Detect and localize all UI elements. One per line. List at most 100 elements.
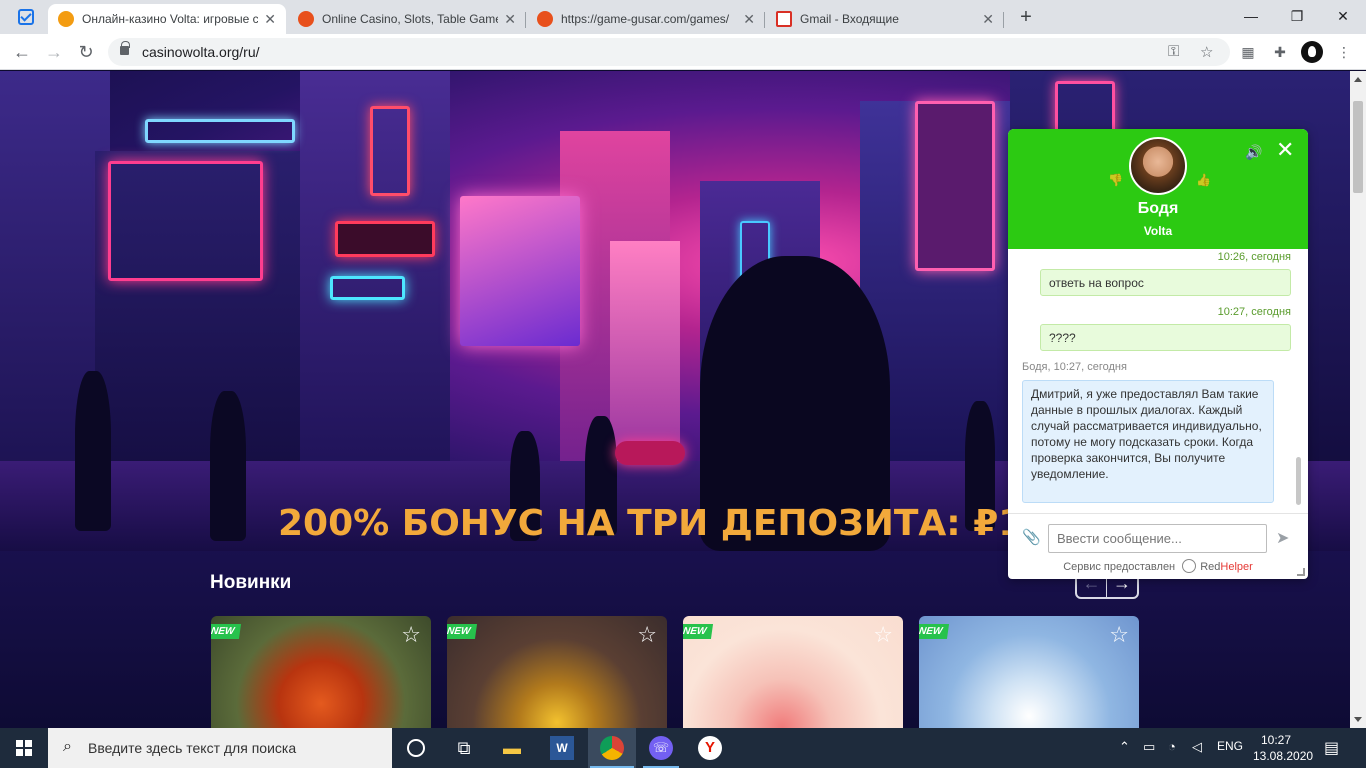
tab-volta-casino[interactable]: Онлайн-казино Volta: игровые с ✕ bbox=[48, 4, 286, 34]
chat-input-area: 📎 ➤ bbox=[1008, 513, 1308, 559]
word-button[interactable]: W bbox=[538, 728, 586, 768]
windows-taskbar: ⌕ Введите здесь текст для поиска ⧉ ▬ W ☏… bbox=[0, 728, 1366, 768]
chrome-icon bbox=[600, 736, 624, 760]
agent-avatar bbox=[1129, 137, 1187, 195]
scroll-down-arrow-icon[interactable] bbox=[1354, 717, 1362, 722]
close-window-button[interactable]: ✕ bbox=[1320, 4, 1366, 28]
game-card[interactable]: NEW ☆ bbox=[919, 616, 1139, 728]
viber-icon: ☏ bbox=[649, 736, 673, 760]
scrollbar-thumb[interactable] bbox=[1353, 101, 1363, 193]
url-text[interactable]: casinowolta.org/ru/ bbox=[142, 44, 260, 60]
favorite-star-icon[interactable]: ☆ bbox=[873, 624, 893, 646]
taskbar-search-placeholder: Введите здесь текст для поиска bbox=[88, 740, 297, 756]
address-bar[interactable]: casinowolta.org/ru/ ⚿ ☆ bbox=[108, 38, 1230, 66]
chat-close-icon[interactable]: ✕ bbox=[1276, 139, 1294, 161]
page-scrollbar[interactable] bbox=[1350, 71, 1366, 728]
cortana-button[interactable] bbox=[392, 728, 440, 768]
scroll-up-arrow-icon[interactable] bbox=[1354, 77, 1362, 82]
start-button[interactable] bbox=[0, 728, 48, 768]
file-explorer-button[interactable]: ▬ bbox=[488, 728, 536, 768]
chrome-button[interactable] bbox=[588, 728, 636, 768]
tab-online-casino[interactable]: Online Casino, Slots, Table Game ✕ bbox=[288, 4, 526, 34]
tab-close-icon[interactable]: ✕ bbox=[743, 11, 755, 28]
tab-gmail[interactable]: Gmail - Входящие ✕ bbox=[766, 4, 1004, 34]
forward-button[interactable]: → bbox=[42, 40, 66, 64]
sound-icon[interactable]: 🔊 bbox=[1245, 144, 1262, 161]
battery-icon[interactable]: ▭ bbox=[1143, 739, 1155, 755]
tab-close-icon[interactable]: ✕ bbox=[982, 11, 994, 28]
windows-logo-icon bbox=[16, 740, 32, 756]
clock-date: 13.08.2020 bbox=[1253, 749, 1314, 763]
chat-scrollbar-thumb[interactable] bbox=[1296, 457, 1301, 505]
language-indicator[interactable]: ENG bbox=[1217, 739, 1243, 753]
search-icon: ⌕ bbox=[63, 738, 72, 755]
minimize-button[interactable]: — bbox=[1228, 4, 1274, 28]
agent-company: Volta bbox=[1143, 224, 1173, 238]
chat-message-input[interactable] bbox=[1048, 524, 1267, 553]
extension-icon[interactable]: ▦ bbox=[1238, 42, 1258, 62]
wifi-icon[interactable]: ◔ bbox=[1168, 739, 1176, 754]
browser-tab-bar: Онлайн-казино Volta: игровые с ✕ Online … bbox=[0, 0, 1366, 34]
new-badge: NEW bbox=[683, 624, 714, 639]
lock-icon[interactable] bbox=[120, 41, 130, 55]
tab-close-icon[interactable]: ✕ bbox=[264, 11, 276, 28]
puzzle-extensions-icon[interactable]: ✚ bbox=[1270, 42, 1290, 62]
profile-avatar-icon[interactable] bbox=[1301, 41, 1323, 63]
footer-brand-helper[interactable]: Helper bbox=[1220, 561, 1252, 573]
support-chat-widget: 👎 👍 🔊 ✕ Бодя Volta 10:26, сегодня ответь… bbox=[1008, 129, 1308, 579]
reload-button[interactable]: ↻ bbox=[74, 40, 98, 64]
tab-title: Online Casino, Slots, Table Game bbox=[322, 12, 498, 26]
favorite-star-icon[interactable]: ☆ bbox=[1109, 624, 1129, 646]
tab-game-gusar[interactable]: https://game-gusar.com/games/ ✕ bbox=[527, 4, 765, 34]
agent-name: Бодя bbox=[1137, 200, 1179, 217]
bookmark-star-icon[interactable]: ☆ bbox=[1200, 43, 1213, 61]
new-badge: NEW bbox=[211, 624, 242, 639]
chat-messages[interactable]: 10:26, сегодня ответь на вопрос 10:27, с… bbox=[1008, 249, 1308, 513]
new-badge: NEW bbox=[919, 624, 950, 639]
gmail-favicon-icon bbox=[776, 11, 792, 27]
taskbar-clock[interactable]: 10:27 13.08.2020 bbox=[1253, 732, 1314, 764]
clock-time: 10:27 bbox=[1260, 733, 1292, 747]
message-time: 10:26, сегодня bbox=[1217, 251, 1291, 263]
maximize-button[interactable]: ❐ bbox=[1274, 4, 1320, 28]
taskbar-search[interactable]: ⌕ Введите здесь текст для поиска bbox=[48, 728, 392, 768]
user-message: ???? bbox=[1040, 324, 1291, 351]
notifications-icon[interactable]: ▤ bbox=[1324, 738, 1339, 758]
tab-title: https://game-gusar.com/games/ bbox=[561, 12, 730, 26]
flame-favicon-icon bbox=[537, 11, 553, 27]
user-message: ответь на вопрос bbox=[1040, 269, 1291, 296]
resize-handle[interactable] bbox=[1297, 568, 1305, 576]
footer-brand-red[interactable]: Red bbox=[1200, 561, 1220, 573]
show-hidden-icons-icon[interactable]: ⌃ bbox=[1119, 739, 1130, 755]
task-view-button[interactable]: ⧉ bbox=[440, 728, 488, 768]
key-icon[interactable]: ⚿ bbox=[1168, 43, 1179, 60]
yandex-browser-button[interactable]: Y bbox=[686, 728, 734, 768]
favorite-star-icon[interactable]: ☆ bbox=[401, 624, 421, 646]
new-tab-button[interactable]: + bbox=[1014, 6, 1038, 30]
volume-icon[interactable]: ◁ bbox=[1192, 739, 1202, 755]
tab-close-icon[interactable]: ✕ bbox=[504, 11, 516, 28]
game-card[interactable]: NEW ☆ bbox=[447, 616, 667, 728]
viber-button[interactable]: ☏ bbox=[637, 728, 685, 768]
yandex-icon: Y bbox=[698, 736, 722, 760]
game-card[interactable]: NEW ☆ bbox=[211, 616, 431, 728]
tab-title: Gmail - Входящие bbox=[800, 12, 899, 26]
menu-dots-icon[interactable]: ⋮ bbox=[1334, 42, 1354, 62]
thumbs-down-icon[interactable]: 👎 bbox=[1108, 173, 1123, 187]
favorite-star-icon[interactable]: ☆ bbox=[637, 624, 657, 646]
redhelper-logo-icon bbox=[1182, 559, 1197, 573]
message-time: Бодя, 10:27, сегодня bbox=[1022, 361, 1127, 373]
cortana-circle-icon bbox=[407, 739, 425, 757]
game-card[interactable]: NEW ☆ bbox=[683, 616, 903, 728]
back-button[interactable]: ← bbox=[10, 40, 34, 64]
tab-search-icon[interactable] bbox=[18, 9, 34, 25]
send-icon[interactable]: ➤ bbox=[1276, 528, 1289, 548]
paperclip-icon[interactable]: 📎 bbox=[1022, 528, 1041, 546]
volta-favicon-icon bbox=[58, 11, 74, 27]
flame-favicon-icon bbox=[298, 11, 314, 27]
folder-icon: ▬ bbox=[503, 738, 521, 758]
chat-footer: Сервис предоставлен RedHelper bbox=[1008, 559, 1308, 577]
thumbs-up-icon[interactable]: 👍 bbox=[1196, 173, 1211, 187]
agent-message: Дмитрий, я уже предоставлял Вам такие да… bbox=[1022, 380, 1274, 503]
new-badge: NEW bbox=[447, 624, 478, 639]
